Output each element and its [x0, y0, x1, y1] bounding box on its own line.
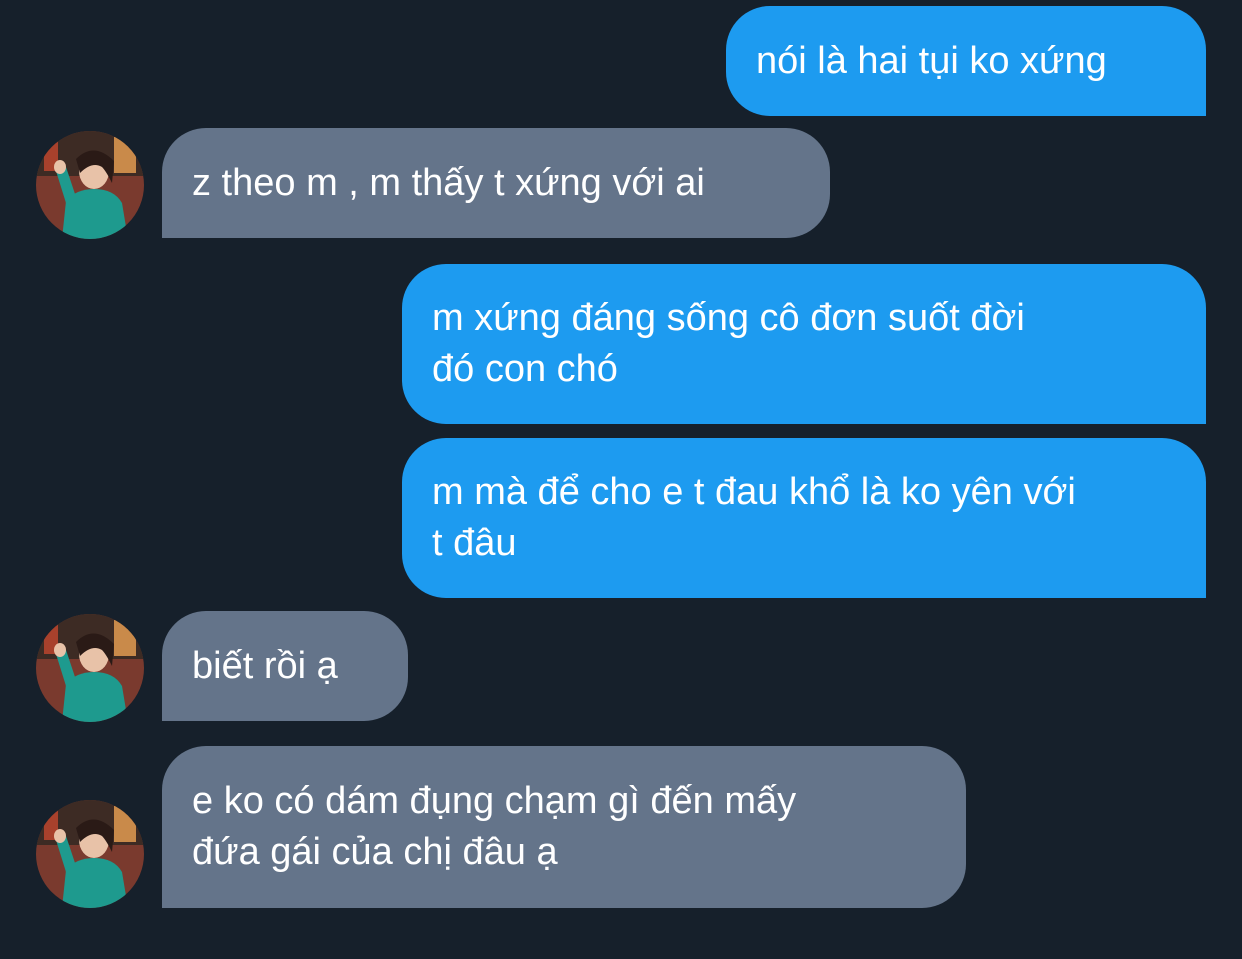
- message-text: m mà để cho e t đau khổ là ko yên với t …: [432, 471, 1076, 564]
- message-text: e ko có dám đụng chạm gì đến mấy đứa gái…: [192, 780, 797, 873]
- avatar-photo-icon: [36, 614, 144, 722]
- message-text: m xứng đáng sống cô đơn suốt đời đó con …: [432, 297, 1025, 390]
- outgoing-message-bubble[interactable]: m mà để cho e t đau khổ là ko yên với t …: [402, 438, 1206, 598]
- message-text: nói là hai tụi ko xứng: [756, 39, 1107, 82]
- contact-avatar[interactable]: [36, 800, 144, 908]
- avatar-photo-icon: [36, 800, 144, 908]
- avatar-photo-icon: [36, 131, 144, 239]
- outgoing-message-bubble[interactable]: nói là hai tụi ko xứng: [726, 6, 1206, 116]
- incoming-message-bubble[interactable]: biết rồi ạ: [162, 611, 408, 721]
- outgoing-message-bubble[interactable]: m xứng đáng sống cô đơn suốt đời đó con …: [402, 264, 1206, 424]
- incoming-message-bubble[interactable]: z theo m , m thấy t xứng với ai: [162, 128, 830, 238]
- message-text: z theo m , m thấy t xứng với ai: [192, 161, 705, 204]
- message-text: biết rồi ạ: [192, 644, 338, 687]
- contact-avatar[interactable]: [36, 131, 144, 239]
- contact-avatar[interactable]: [36, 614, 144, 722]
- incoming-message-bubble[interactable]: e ko có dám đụng chạm gì đến mấy đứa gái…: [162, 746, 966, 908]
- conversation-thread: nói là hai tụi ko xứng z theo m , m thấy…: [0, 0, 1242, 959]
